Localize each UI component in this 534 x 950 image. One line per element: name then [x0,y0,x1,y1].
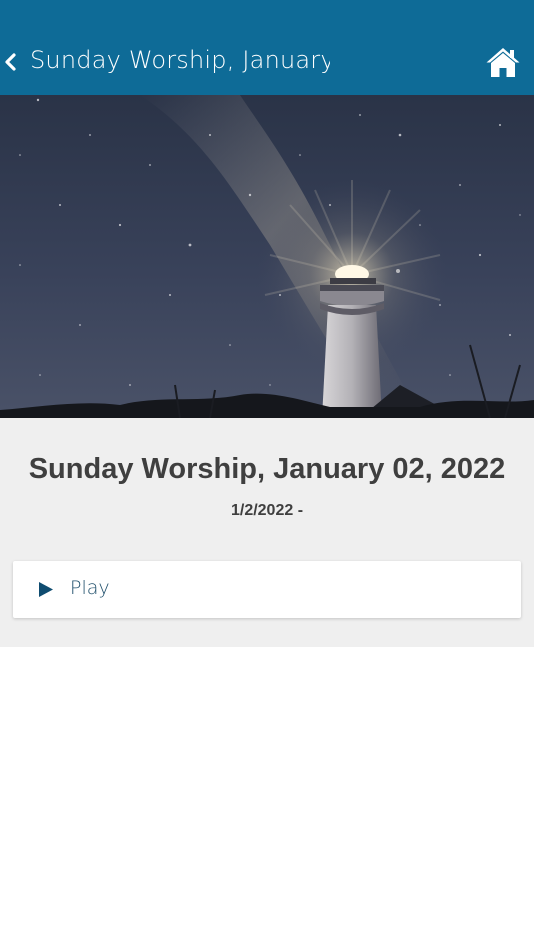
app-header: Sunday Worship, January… [0,0,534,95]
play-button[interactable]: Play [13,561,521,618]
lighthouse-night-image [0,95,534,418]
chevron-left-icon [5,53,16,71]
back-button[interactable] [0,44,18,80]
hero-image [0,95,534,418]
play-icon [39,582,53,597]
event-info-panel: Sunday Worship, January 02, 2022 1/2/202… [0,418,534,647]
event-title: Sunday Worship, January 02, 2022 [28,453,506,485]
event-date: 1/2/2022 - [230,502,304,519]
home-button[interactable] [485,45,521,79]
home-icon [486,48,520,77]
page-title: Sunday Worship, January… [30,46,330,74]
play-label: Play [70,577,110,599]
